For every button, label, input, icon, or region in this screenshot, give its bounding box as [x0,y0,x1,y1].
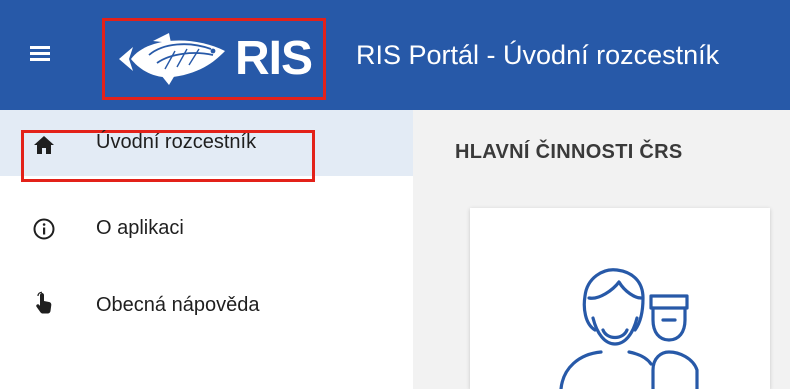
activity-card[interactable] [470,208,770,389]
sidebar-item-help[interactable]: Obecná nápověda [0,286,413,352]
sidebar-item-about[interactable]: O aplikaci [0,209,413,275]
ris-logo[interactable]: RIS [102,18,326,100]
section-title: HLAVNÍ ČINNOSTI ČRS [455,141,683,163]
sidebar: Úvodní rozcestník O aplikaci Obecná nápo… [0,110,413,389]
info-icon [33,218,55,240]
top-app-bar: RIS RIS Portál - Úvodní rozcestník [0,0,790,110]
sidebar-item-label: Obecná nápověda [96,294,260,316]
sidebar-item-label: O aplikaci [96,217,184,239]
sidebar-item-home[interactable]: Úvodní rozcestník [0,110,413,182]
page-title: RIS Portál - Úvodní rozcestník [356,40,720,70]
home-icon [34,136,54,154]
sidebar-item-label: Úvodní rozcestník [96,131,257,153]
pointer-hand-icon [36,291,52,314]
hamburger-menu-icon[interactable] [30,44,50,62]
fish-logo-icon [119,33,225,85]
fishermen-users-icon [559,268,699,389]
logo-text: RIS [235,32,313,85]
